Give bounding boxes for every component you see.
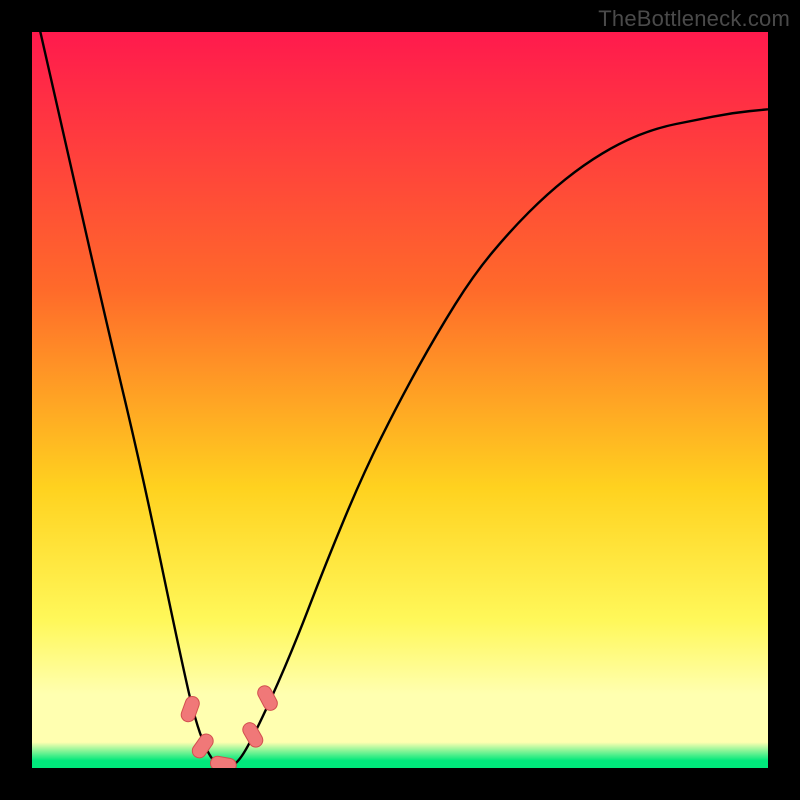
- chart-svg: [32, 32, 768, 768]
- chart-frame: TheBottleneck.com: [0, 0, 800, 800]
- watermark-text: TheBottleneck.com: [598, 6, 790, 32]
- plot-area: [32, 32, 768, 768]
